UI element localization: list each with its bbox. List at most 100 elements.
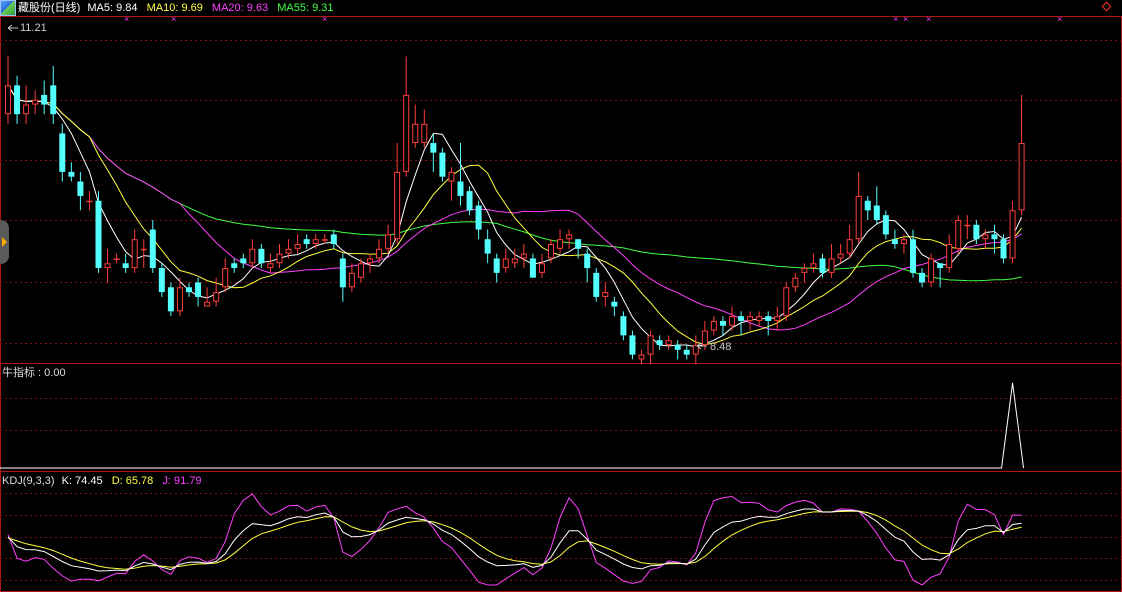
- kdj-k-label: K: 74.45: [61, 475, 103, 487]
- candle-body: [50, 85, 57, 115]
- candle: [557, 229, 564, 254]
- candle: [167, 282, 174, 317]
- candle: [186, 282, 192, 297]
- candle-body: [68, 171, 75, 177]
- candle: [86, 191, 93, 211]
- price-labels: 11.21 8.48: [7, 22, 731, 353]
- candle-body: [122, 263, 129, 269]
- candle-body: [629, 335, 636, 355]
- candle-body: [738, 316, 745, 321]
- candle-body: [403, 94, 410, 172]
- moving-average-lines: [7, 85, 1023, 348]
- candle-body: [955, 219, 962, 249]
- candle: [602, 282, 609, 307]
- candle-body: [855, 195, 862, 240]
- candle-body: [1009, 210, 1016, 259]
- candle: [158, 263, 165, 297]
- expand-tab-arrow-icon[interactable]: [0, 220, 9, 264]
- candle-body: [14, 85, 21, 115]
- candle-body: [385, 234, 392, 249]
- candle: [502, 248, 509, 273]
- candle: [520, 244, 527, 269]
- ma20-label: MA20: 9.63: [211, 2, 269, 14]
- candle-body: [113, 258, 120, 260]
- candle: [140, 239, 147, 269]
- signal-marker: ×: [1057, 14, 1062, 24]
- candle-body: [249, 248, 256, 264]
- candle: [258, 244, 265, 269]
- candle: [629, 330, 636, 360]
- kdj-k-line: [7, 508, 1022, 572]
- candlesticks: [5, 55, 1025, 365]
- candle: [511, 248, 518, 269]
- candle: [412, 104, 419, 148]
- candle-body: [837, 253, 844, 259]
- candle-body: [873, 205, 880, 220]
- candle-body: [982, 234, 989, 240]
- candle: [566, 229, 573, 249]
- candle-body: [593, 272, 600, 297]
- candle: [41, 80, 48, 115]
- candle-body: [312, 239, 319, 245]
- candle: [991, 224, 998, 254]
- candle-body: [77, 181, 84, 196]
- candle-body: [801, 268, 808, 273]
- candle: [783, 282, 790, 321]
- candle-body: [819, 258, 826, 273]
- candle: [828, 244, 835, 278]
- candle-body: [774, 316, 781, 321]
- candle-body: [131, 239, 138, 269]
- candle-body: [475, 205, 482, 230]
- ma10-line: [7, 85, 1022, 346]
- indicator-header: 牛指标 : 0.00: [2, 366, 72, 380]
- candle: [656, 335, 663, 350]
- candle: [665, 335, 672, 350]
- candle-body: [339, 258, 346, 288]
- candle: [747, 311, 754, 331]
- candle-body: [575, 239, 582, 249]
- candle: [131, 229, 138, 273]
- candle: [774, 306, 781, 331]
- candle-body: [376, 248, 383, 259]
- candle-body: [330, 234, 337, 245]
- kdj-title: KDJ(9,3,3): [2, 475, 55, 487]
- candle-body: [23, 104, 30, 115]
- kdj-header: KDJ(9,3,3) K: 74.45 D: 65.78 J: 91.79: [2, 474, 207, 488]
- candle: [330, 229, 337, 249]
- candle-body: [231, 263, 238, 269]
- candle: [23, 85, 30, 124]
- candle-body: [665, 340, 672, 345]
- stock-title: 藏股份(日线): [18, 2, 81, 14]
- candle: [738, 311, 745, 336]
- candle-body: [538, 263, 545, 273]
- candle: [801, 263, 808, 283]
- candle-body: [357, 263, 364, 278]
- ma10-label: MA10: 9.69: [146, 2, 203, 14]
- high-price-label: 11.21: [20, 22, 47, 34]
- candle: [122, 253, 129, 273]
- candle-body: [557, 239, 564, 249]
- candle-body: [439, 152, 446, 177]
- candle-body: [756, 316, 763, 321]
- candle: [538, 253, 545, 278]
- candle: [267, 253, 274, 273]
- candle: [222, 258, 229, 293]
- candle: [430, 133, 437, 172]
- candle: [846, 224, 853, 259]
- candle-body: [919, 272, 926, 283]
- candle: [5, 55, 11, 124]
- candle-body: [421, 123, 428, 144]
- candle: [765, 311, 772, 336]
- candle: [113, 253, 120, 264]
- candle-body: [638, 354, 645, 360]
- kdj-j-line: [7, 493, 1022, 586]
- signal-marker: ×: [926, 14, 931, 24]
- candle-body: [158, 268, 165, 293]
- candle: [955, 215, 962, 254]
- candle: [249, 239, 256, 269]
- candle: [493, 253, 500, 283]
- candle-body: [222, 268, 229, 288]
- candle-body: [240, 258, 247, 264]
- candle-body: [1018, 143, 1025, 211]
- candle-body: [493, 258, 500, 273]
